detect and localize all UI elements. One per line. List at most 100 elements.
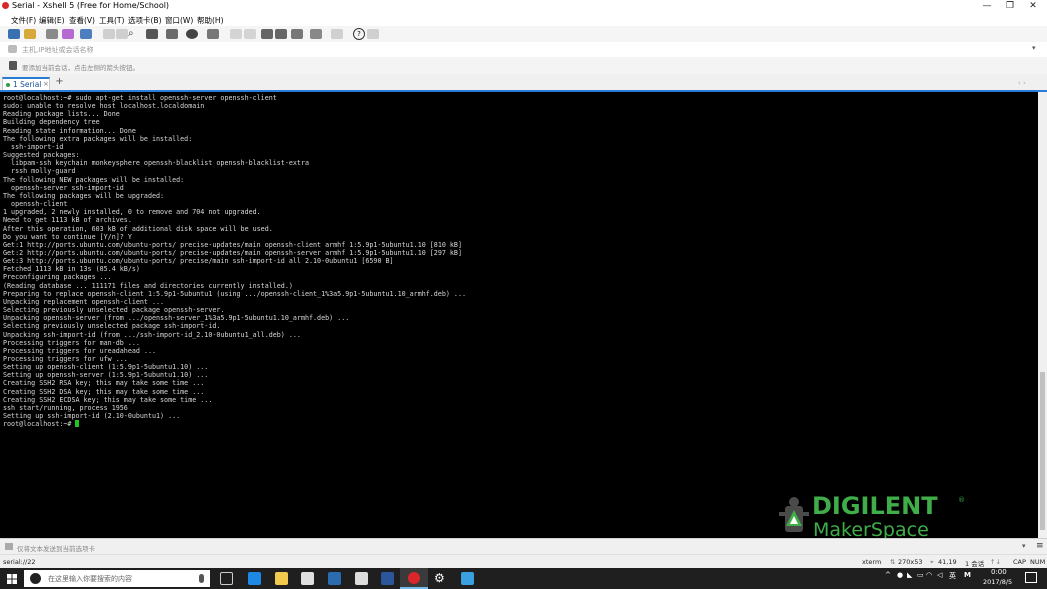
font-icon[interactable] (207, 29, 219, 39)
windows-taskbar: 在这里输入你要搜索的内容 ⚙ ^ ● ◣ ▭ ◠ ◁ 英 M 0:00 2017… (0, 568, 1047, 589)
session-arrows-icon: ↑↓ (990, 558, 1001, 566)
tray-overflow-icon[interactable]: ^ (885, 571, 891, 579)
taskbar-search-box[interactable]: 在这里输入你要搜索的内容 (24, 570, 210, 587)
task-view-icon[interactable] (220, 572, 233, 585)
size-arrows-icon: ⇅ (890, 558, 896, 566)
macro-icon[interactable] (244, 29, 256, 39)
app-window-icon[interactable] (461, 572, 474, 585)
add-tab-button[interactable]: + (54, 77, 65, 88)
terminal-output: root@localhost:~# sudo apt-get install o… (3, 94, 467, 429)
app-k-icon[interactable] (328, 572, 341, 585)
title-bar: Serial - Xshell 5 (Free for Home/School)… (0, 0, 1047, 12)
compose-placeholder[interactable]: 仅将文本发送到当前选项卡 (17, 543, 95, 553)
status-bar: serial://22 xterm ⇅ 270x53 ⌖ 41,19 1 会话 … (0, 554, 1047, 569)
edge-browser-icon[interactable] (248, 572, 261, 585)
copy-icon[interactable] (103, 29, 115, 39)
menu-help[interactable]: 帮助(H) (197, 15, 224, 26)
ime-mode-icon[interactable]: M (964, 571, 971, 579)
address-input-placeholder[interactable]: 主机,IP地址或会话名称 (22, 45, 94, 55)
clock-time[interactable]: 0:00 (991, 568, 1007, 576)
new-session-icon[interactable] (8, 29, 20, 39)
status-term: xterm (862, 558, 882, 566)
menu-edit[interactable]: 编辑(E) (39, 15, 65, 26)
status-sessions: 1 会话 (965, 560, 985, 568)
compose-dropdown-icon[interactable]: ▾ (1022, 542, 1026, 550)
toolbar: ⌕ ? (0, 26, 1047, 43)
terminal-cursor (75, 420, 80, 428)
volume-icon[interactable]: ◁ (937, 571, 942, 579)
chat-icon[interactable] (367, 29, 379, 39)
compose-menu-icon[interactable]: ≡ (1036, 541, 1044, 551)
minimize-button[interactable]: — (975, 0, 999, 12)
clock-date[interactable]: 2017/8/5 (983, 578, 1012, 586)
menu-tools[interactable]: 工具(T) (99, 15, 124, 26)
xshell-taskbar-button[interactable] (400, 568, 428, 589)
scrollbar-thumb[interactable] (1040, 372, 1045, 530)
tab-strip: 1 Serial × + ‹ › (0, 74, 1047, 90)
close-tab-icon[interactable]: × (43, 80, 49, 88)
restore-button[interactable]: ❐ (998, 0, 1022, 12)
status-size: 270x53 (898, 558, 923, 566)
xshell-app-icon (2, 2, 9, 9)
add-session-arrow-icon[interactable] (9, 61, 17, 70)
paste-icon[interactable] (116, 29, 128, 39)
hint-bar: 要添加当前会话，点击左侧的箭头按钮。 (0, 57, 1047, 75)
window-title: Serial - Xshell 5 (Free for Home/School) (12, 1, 170, 10)
status-position: 41,19 (938, 558, 957, 566)
script-icon[interactable] (230, 29, 242, 39)
windows-start-icon[interactable] (7, 574, 17, 584)
menu-view[interactable]: 查看(V) (69, 15, 95, 26)
input-language-indicator[interactable]: 英 (949, 571, 956, 581)
tray-network-alert-icon[interactable]: ◣ (907, 571, 912, 579)
tray-app-icon[interactable]: ● (897, 571, 903, 579)
address-bar[interactable]: 主机,IP地址或会话名称 ▾ (0, 42, 1047, 58)
hint-text: 要添加当前会话，点击左侧的箭头按钮。 (22, 64, 139, 72)
keyboard-icon[interactable] (291, 29, 303, 39)
settings-gear-icon[interactable]: ⚙ (434, 571, 445, 585)
layout-icon[interactable] (80, 29, 92, 39)
menu-window[interactable]: 窗口(W) (165, 15, 193, 26)
tunnel-icon[interactable] (331, 29, 343, 39)
find-icon[interactable]: ⌕ (128, 28, 134, 39)
menu-tabs[interactable]: 选项卡(B) (128, 15, 162, 26)
globe-icon[interactable] (186, 29, 198, 39)
digilent-makerspace-logo: DIGILENT ® MakerSpace (772, 492, 972, 541)
fullscreen-icon[interactable] (261, 29, 273, 39)
tab-scroll-arrows-icon[interactable]: ‹ › (1018, 79, 1026, 87)
cortana-icon (30, 573, 41, 584)
address-session-icon (8, 45, 17, 53)
logo-digilent-text: DIGILENT (812, 492, 938, 520)
lock-icon[interactable] (275, 29, 287, 39)
store-icon[interactable] (301, 572, 314, 585)
wifi-icon[interactable]: ◠ (926, 571, 932, 579)
logo-registered-mark: ® (958, 496, 965, 504)
word-icon[interactable] (381, 572, 394, 585)
chevron-down-icon[interactable]: ▾ (1032, 44, 1036, 52)
connected-status-icon (6, 83, 10, 87)
xshell-icon (408, 572, 420, 584)
compose-bar[interactable]: 仅将文本发送到当前选项卡 ▾ ≡ (0, 538, 1047, 555)
tray-battery-icon[interactable]: ▭ (917, 571, 924, 579)
mail-icon[interactable] (355, 572, 368, 585)
tab-serial[interactable]: 1 Serial × (2, 77, 50, 90)
microphone-icon[interactable] (199, 574, 204, 583)
status-caps: CAP (1013, 558, 1026, 566)
logo-makerspace-text: MakerSpace (813, 519, 929, 540)
transfer-icon[interactable] (166, 29, 178, 39)
help-icon[interactable]: ? (353, 28, 365, 40)
search-placeholder: 在这里输入你要搜索的内容 (48, 575, 132, 583)
status-num: NUM (1030, 558, 1046, 566)
open-folder-icon[interactable] (24, 29, 36, 39)
menu-file[interactable]: 文件(F) (11, 15, 36, 26)
logo-mark-icon: DIGILENT ® MakerSpace (779, 492, 965, 541)
terminal-area[interactable]: root@localhost:~# sudo apt-get install o… (0, 92, 1038, 538)
close-button[interactable]: ✕ (1021, 0, 1045, 12)
reconnect-icon[interactable] (46, 29, 58, 39)
file-explorer-icon[interactable] (275, 572, 288, 585)
compose-keyboard-icon (5, 543, 13, 550)
properties-icon[interactable] (62, 29, 74, 39)
print-icon[interactable] (146, 29, 158, 39)
menu-bar: 文件(F) 编辑(E) 查看(V) 工具(T) 选项卡(B) 窗口(W) 帮助(… (0, 12, 1047, 26)
notification-center-icon[interactable] (1025, 572, 1037, 583)
compose-icon[interactable] (310, 29, 322, 39)
